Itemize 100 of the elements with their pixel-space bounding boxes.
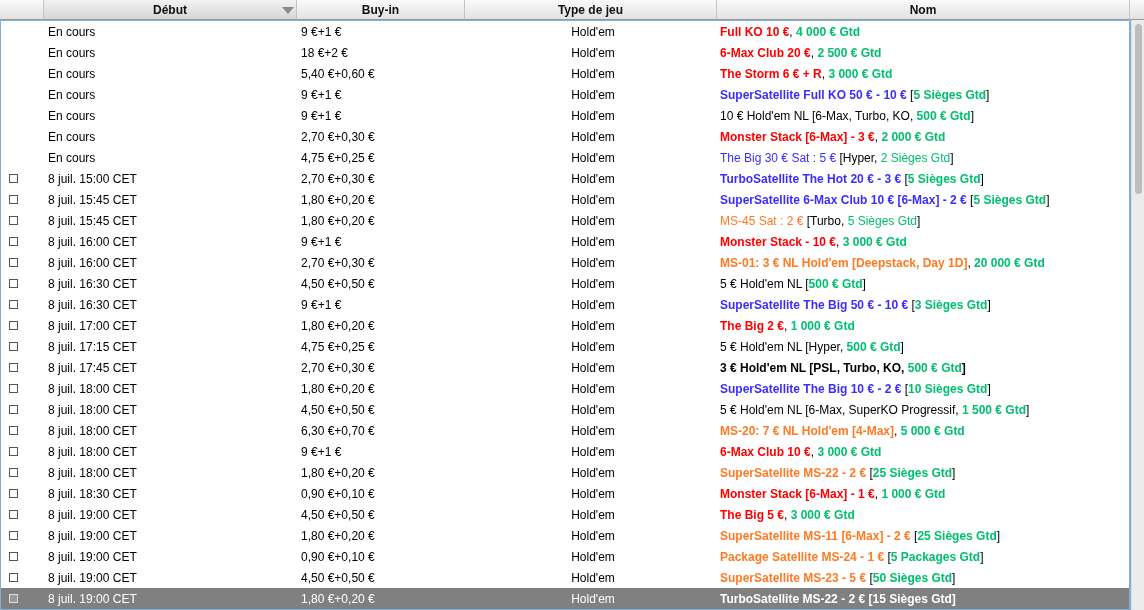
checkbox[interactable]	[9, 174, 18, 183]
checkbox[interactable]	[9, 468, 18, 477]
tournament-row[interactable]: 8 juil. 16:00 CET 9 €+1 € Hold'em Monster Stack - 10 €, 3 000 € Gtd	[1, 231, 1129, 252]
start-time: 8 juil. 15:00 CET	[47, 171, 138, 186]
tournament-row[interactable]: 8 juil. 15:45 CET 1,80 €+0,20 € Hold'em MS-45 Sat : 2 € [Turbo, 5 Sièges Gtd]	[1, 210, 1129, 231]
start-time: En cours	[47, 45, 97, 60]
game-type: Hold'em	[570, 213, 616, 228]
tournament-name: The Big 2 €, 1 000 € Gtd	[719, 318, 856, 333]
game-type: Hold'em	[570, 360, 616, 375]
tournament-name: MS-45 Sat : 2 € [Turbo, 5 Sièges Gtd]	[719, 213, 922, 228]
tournament-name: 5 € Hold'em NL [500 € Gtd]	[719, 276, 867, 291]
buy-in: 4,75 €+0,25 €	[300, 339, 376, 354]
buy-in: 4,50 €+0,50 €	[300, 276, 376, 291]
buy-in: 4,50 €+0,50 €	[300, 507, 376, 522]
tournament-row[interactable]: En cours 9 €+1 € Hold'em 10 € Hold'em NL [6-Max, Turbo, KO, 500 € Gtd]	[1, 105, 1129, 126]
buy-in: 2,70 €+0,30 €	[300, 171, 376, 186]
tournament-row[interactable]: 8 juil. 17:15 CET 4,75 €+0,25 € Hold'em 5 € Hold'em NL [Hyper, 500 € Gtd]	[1, 336, 1129, 357]
tournament-row[interactable]: 8 juil. 15:00 CET 2,70 €+0,30 € Hold'em TurboSatellite The Hot 20 € - 3 € [5 Sièges Gtd]	[1, 168, 1129, 189]
start-time: 8 juil. 17:15 CET	[47, 339, 138, 354]
tournament-row[interactable]: 8 juil. 19:00 CET 1,80 €+0,20 € Hold'em TurboSatellite MS-22 - 2 € [15 Sièges Gtd]	[1, 588, 1129, 609]
checkbox[interactable]	[9, 258, 18, 267]
checkbox[interactable]	[9, 279, 18, 288]
scrollbar[interactable]	[1131, 20, 1144, 610]
start-time: 8 juil. 15:45 CET	[47, 192, 138, 207]
column-header[interactable]: Buy-in	[297, 0, 465, 20]
tournament-row[interactable]: 8 juil. 15:45 CET 1,80 €+0,20 € Hold'em SuperSatellite 6-Max Club 10 € [6-Max] - 2 € [5 Sièges Gtd]	[1, 189, 1129, 210]
tournament-row[interactable]: 8 juil. 18:00 CET 4,50 €+0,50 € Hold'em 5 € Hold'em NL [6-Max, SuperKO Progressif, 1 500 € Gtd]	[1, 399, 1129, 420]
checkbox[interactable]	[9, 489, 18, 498]
column-header[interactable]: Début	[44, 0, 297, 20]
start-time: 8 juil. 19:00 CET	[47, 528, 138, 543]
tournament-name: 6-Max Club 20 €, 2 500 € Gtd	[719, 45, 883, 60]
start-time: 8 juil. 18:00 CET	[47, 381, 138, 396]
game-type: Hold'em	[570, 87, 616, 102]
tournament-row[interactable]: En cours 9 €+1 € Hold'em SuperSatellite Full KO 50 € - 10 € [5 Sièges Gtd]	[1, 84, 1129, 105]
game-type: Hold'em	[570, 108, 616, 123]
tournament-name: The Big 30 € Sat : 5 € [Hyper, 2 Sièges Gtd]	[719, 150, 955, 165]
buy-in: 4,75 €+0,25 €	[300, 150, 376, 165]
checkbox[interactable]	[9, 405, 18, 414]
tournament-row[interactable]: 8 juil. 18:00 CET 1,80 €+0,20 € Hold'em SuperSatellite MS-22 - 2 € [25 Sièges Gtd]	[1, 462, 1129, 483]
tournament-row[interactable]: 8 juil. 18:00 CET 1,80 €+0,20 € Hold'em SuperSatellite The Big 10 € - 2 € [10 Sièges Gtd]	[1, 378, 1129, 399]
tournament-name: Monster Stack [6-Max] - 1 €, 1 000 € Gtd	[719, 486, 947, 501]
buy-in: 0,90 €+0,10 €	[300, 549, 376, 564]
game-type: Hold'em	[570, 297, 616, 312]
tournament-name: TurboSatellite The Hot 20 € - 3 € [5 Sièges Gtd]	[719, 171, 985, 186]
checkbox[interactable]	[9, 300, 18, 309]
tournament-row[interactable]: 8 juil. 19:00 CET 4,50 €+0,50 € Hold'em SuperSatellite MS-23 - 5 € [50 Sièges Gtd]	[1, 567, 1129, 588]
tournament-name: Package Satellite MS-24 - 1 € [5 Packages Gtd]	[719, 549, 985, 564]
start-time: 8 juil. 18:00 CET	[47, 465, 138, 480]
tournament-row[interactable]: 8 juil. 17:00 CET 1,80 €+0,20 € Hold'em The Big 2 €, 1 000 € Gtd	[1, 315, 1129, 336]
checkbox[interactable]	[9, 363, 18, 372]
column-header[interactable]: Type de jeu	[465, 0, 717, 20]
checkbox[interactable]	[9, 510, 18, 519]
tournament-name: SuperSatellite 6-Max Club 10 € [6-Max] - 2 € [5 Sièges Gtd]	[719, 192, 1051, 207]
tournament-row[interactable]: 8 juil. 17:45 CET 2,70 €+0,30 € Hold'em 3 € Hold'em NL [PSL, Turbo, KO, 500 € Gtd]	[1, 357, 1129, 378]
start-time: 8 juil. 19:00 CET	[47, 570, 138, 585]
tournament-row[interactable]: 8 juil. 16:30 CET 4,50 €+0,50 € Hold'em 5 € Hold'em NL [500 € Gtd]	[1, 273, 1129, 294]
tournament-name: 3 € Hold'em NL [PSL, Turbo, KO, 500 € Gtd]	[719, 360, 967, 375]
game-type: Hold'em	[570, 444, 616, 459]
checkbox[interactable]	[9, 426, 18, 435]
tournament-row[interactable]: 8 juil. 16:30 CET 9 €+1 € Hold'em SuperSatellite The Big 50 € - 10 € [3 Sièges Gtd]	[1, 294, 1129, 315]
tournament-row[interactable]: En cours 9 €+1 € Hold'em Full KO 10 €, 4 000 € Gtd	[1, 21, 1129, 42]
tournament-row[interactable]: 8 juil. 18:00 CET 6,30 €+0,70 € Hold'em MS-20: 7 € NL Hold'em [4-Max], 5 000 € Gtd	[1, 420, 1129, 441]
scrollbar-thumb[interactable]	[1135, 24, 1142, 194]
checkbox[interactable]	[9, 195, 18, 204]
checkbox[interactable]	[9, 531, 18, 540]
checkbox[interactable]	[9, 552, 18, 561]
checkbox[interactable]	[9, 321, 18, 330]
tournament-row[interactable]: En cours 2,70 €+0,30 € Hold'em Monster Stack [6-Max] - 3 €, 2 000 € Gtd	[1, 126, 1129, 147]
checkbox[interactable]	[9, 384, 18, 393]
checkbox[interactable]	[9, 237, 18, 246]
game-type: Hold'em	[570, 192, 616, 207]
tournament-row[interactable]: 8 juil. 19:00 CET 0,90 €+0,10 € Hold'em Package Satellite MS-24 - 1 € [5 Packages Gtd]	[1, 546, 1129, 567]
game-type: Hold'em	[570, 570, 616, 585]
tournament-row[interactable]: 8 juil. 16:00 CET 2,70 €+0,30 € Hold'em MS-01: 3 € NL Hold'em [Deepstack, Day 1D], 20 000 € Gtd	[1, 252, 1129, 273]
tournament-name: Monster Stack - 10 €, 3 000 € Gtd	[719, 234, 908, 249]
buy-in: 18 €+2 €	[300, 45, 350, 60]
start-time: En cours	[47, 108, 97, 123]
tournament-row[interactable]: 8 juil. 18:00 CET 9 €+1 € Hold'em 6-Max Club 10 €, 3 000 € Gtd	[1, 441, 1129, 462]
tournament-row[interactable]: 8 juil. 18:30 CET 0,90 €+0,10 € Hold'em Monster Stack [6-Max] - 1 €, 1 000 € Gtd	[1, 483, 1129, 504]
start-time: En cours	[47, 66, 97, 81]
start-time: 8 juil. 18:00 CET	[47, 402, 138, 417]
tournament-name: SuperSatellite The Big 10 € - 2 € [10 Sièges Gtd]	[719, 381, 992, 396]
checkbox[interactable]	[9, 342, 18, 351]
buy-in: 9 €+1 €	[300, 234, 343, 249]
tournament-row[interactable]: 8 juil. 19:00 CET 1,80 €+0,20 € Hold'em SuperSatellite MS-11 [6-Max] - 2 € [25 Sièges Gtd]	[1, 525, 1129, 546]
buy-in: 1,80 €+0,20 €	[300, 213, 376, 228]
buy-in: 9 €+1 €	[300, 444, 343, 459]
tournament-row[interactable]: En cours 18 €+2 € Hold'em 6-Max Club 20 €, 2 500 € Gtd	[1, 42, 1129, 63]
checkbox[interactable]	[9, 216, 18, 225]
column-header[interactable]	[0, 0, 44, 20]
game-type: Hold'em	[570, 24, 616, 39]
tournament-row[interactable]: En cours 5,40 €+0,60 € Hold'em The Storm 6 € + R, 3 000 € Gtd	[1, 63, 1129, 84]
checkbox[interactable]	[9, 447, 18, 456]
buy-in: 2,70 €+0,30 €	[300, 129, 376, 144]
tournament-row[interactable]: 8 juil. 19:00 CET 4,50 €+0,50 € Hold'em The Big 5 €, 3 000 € Gtd	[1, 504, 1129, 525]
checkbox[interactable]	[9, 573, 18, 582]
start-time: 8 juil. 16:00 CET	[47, 234, 138, 249]
buy-in: 9 €+1 €	[300, 108, 343, 123]
column-header[interactable]: Nom	[717, 0, 1130, 20]
tournament-row[interactable]: En cours 4,75 €+0,25 € Hold'em The Big 30 € Sat : 5 € [Hyper, 2 Sièges Gtd]	[1, 147, 1129, 168]
